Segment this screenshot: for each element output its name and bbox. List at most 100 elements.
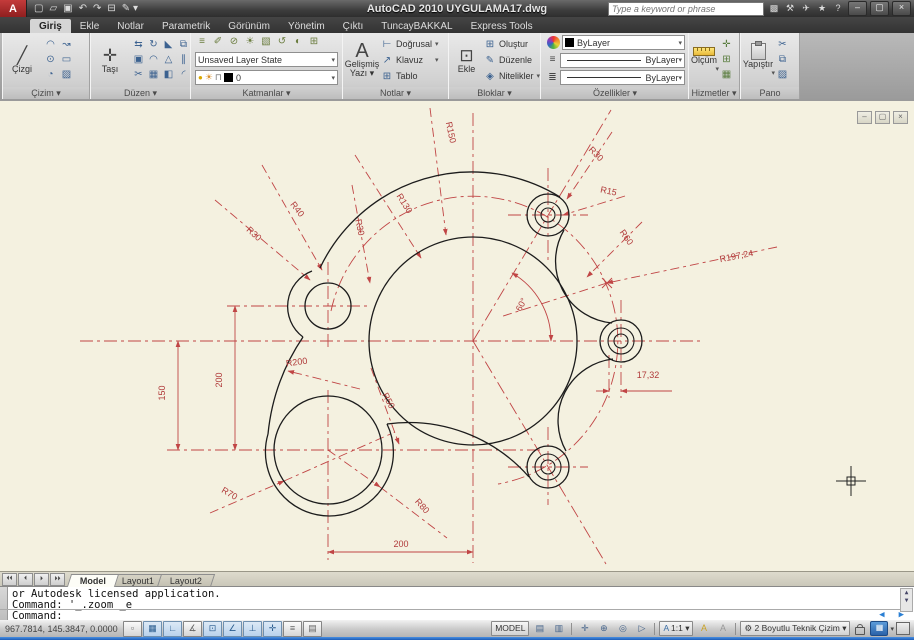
model-space-button[interactable]: MODEL <box>491 621 529 636</box>
wrench-icon[interactable]: ⚒ <box>783 3 797 14</box>
plot-icon[interactable]: ⊟ <box>106 1 116 16</box>
zoom-icon[interactable]: ⊕ <box>595 621 612 636</box>
tab-tuncaybakkal[interactable]: TuncayBAKKAL <box>372 19 461 33</box>
scroll-left-icon[interactable]: ◀ <box>879 611 884 620</box>
panel-label-properties[interactable]: Özellikler ▾ <box>541 87 689 99</box>
polar-toggle[interactable]: ∡ <box>183 621 202 637</box>
table-button[interactable]: ⊞ Tablo <box>381 69 439 83</box>
command-scrollbar[interactable]: ▲ ▼ <box>900 588 913 612</box>
exchange-icon[interactable]: ▩ <box>767 3 781 14</box>
tab-notlar[interactable]: Notlar <box>108 19 153 33</box>
layer-previous-icon[interactable]: ↺ <box>275 35 289 49</box>
layer-freeze-icon[interactable]: ◐ <box>291 35 305 49</box>
tab-express-tools[interactable]: Express Tools <box>462 19 542 33</box>
first-tab-button[interactable]: ⏴⏴ <box>2 573 17 586</box>
line-button[interactable]: ╱ Çizgi <box>3 47 41 74</box>
help-icon[interactable]: ? <box>831 3 845 14</box>
list-icon[interactable]: ▦ <box>719 68 734 82</box>
rotate-icon[interactable]: ↻ <box>146 38 161 52</box>
lineweight-icon[interactable]: ≡ <box>545 53 560 67</box>
pan-icon[interactable]: ✛ <box>576 621 593 636</box>
panel-label-modify[interactable]: Düzen ▾ <box>91 87 190 99</box>
layer-isolate-icon[interactable]: ▧ <box>259 35 273 49</box>
drawing-restore-button[interactable]: ▢ <box>875 111 890 124</box>
restore-button[interactable]: ▢ <box>870 1 889 16</box>
block-edit-button[interactable]: ✎ Düzenle <box>484 53 540 67</box>
layer-state-dropdown[interactable]: Unsaved Layer State▾ <box>195 52 338 67</box>
qp-toggle[interactable]: ▤ <box>303 621 322 637</box>
layer-dropdown[interactable]: ● ☀ ⊓ 0▾ <box>195 70 338 85</box>
stretch-icon[interactable]: ◧ <box>161 68 176 82</box>
scale-icon[interactable]: △ <box>161 53 176 67</box>
favorites-icon[interactable]: ★ <box>815 3 829 14</box>
scroll-down-icon[interactable]: ▼ <box>901 597 912 605</box>
panel-label-layers[interactable]: Katmanlar ▾ <box>191 87 342 99</box>
drawing-minimize-button[interactable]: – <box>857 111 872 124</box>
communication-center-icon[interactable]: ✈ <box>799 3 813 14</box>
quick-select-icon[interactable]: ✛ <box>719 38 734 52</box>
osnap-toggle[interactable]: ⊡ <box>203 621 222 637</box>
ducs-toggle[interactable]: ⊥ <box>243 621 262 637</box>
polyline-icon[interactable]: ↝ <box>59 38 74 52</box>
linetype-icon[interactable]: ≣ <box>545 71 560 85</box>
panel-label-blocks[interactable]: Bloklar ▾ <box>449 87 540 99</box>
ortho-toggle[interactable]: ∟ <box>163 621 182 637</box>
tab-giris[interactable]: Giriş <box>30 19 71 33</box>
next-tab-button[interactable]: ⏵ <box>34 573 49 586</box>
undo-icon[interactable]: ↶ <box>78 1 88 16</box>
command-gutter[interactable] <box>0 587 8 621</box>
search-input[interactable] <box>608 2 764 16</box>
drawing-canvas[interactable]: R150R130R30R15R60R197,24R30R40R30R200200… <box>0 101 914 571</box>
quick-view-layouts-icon[interactable]: ▤ <box>531 621 548 636</box>
array-icon[interactable]: ⧉ <box>176 38 191 52</box>
last-tab-button[interactable]: ⏵⏵ <box>50 573 65 586</box>
show-motion-icon[interactable]: ▷ <box>633 621 650 636</box>
erase-icon[interactable]: ✂ <box>131 68 146 82</box>
open-file-icon[interactable]: ▱ <box>48 1 58 16</box>
quick-view-drawings-icon[interactable]: ▥ <box>550 621 567 636</box>
status-menu-caret[interactable]: ▾ <box>890 625 894 633</box>
block-create-button[interactable]: ⊞ Oluştur <box>484 37 540 51</box>
copy-icon[interactable]: ▣ <box>131 53 146 67</box>
panel-label-clipboard[interactable]: Pano <box>741 87 799 99</box>
save-icon[interactable]: ▣ <box>62 1 73 16</box>
scroll-up-icon[interactable]: ▲ <box>901 589 912 597</box>
layer-match-icon[interactable]: ✐ <box>211 35 225 49</box>
cut-icon[interactable]: ✂ <box>775 38 790 52</box>
prev-tab-button[interactable]: ⏴ <box>18 573 33 586</box>
snap-toggle[interactable]: ▫ <box>123 621 142 637</box>
move-button[interactable]: ✛ Taşı <box>91 47 129 74</box>
mtext-button[interactable]: A Gelişmiş Yazı ▾ <box>343 42 381 78</box>
application-status-icon[interactable]: ▦ <box>870 621 888 636</box>
minimize-button[interactable]: – <box>848 1 867 16</box>
hatch-icon[interactable]: ▨ <box>59 68 74 82</box>
customize-icon[interactable]: ✎ ▾ <box>121 1 139 16</box>
panel-label-annotation[interactable]: Notlar ▾ <box>343 87 448 99</box>
chamfer-icon[interactable]: ◜ <box>176 68 191 82</box>
quick-calc-icon[interactable]: ⊞ <box>719 53 734 67</box>
clean-screen-button[interactable] <box>896 622 910 635</box>
application-menu-button[interactable]: A <box>0 0 27 17</box>
circle-icon[interactable]: ⊙ <box>43 53 58 67</box>
measure-button[interactable]: Ölçüm ▾ <box>689 47 719 73</box>
color-wheel-icon[interactable] <box>547 36 560 49</box>
annotation-visibility-icon[interactable]: A <box>695 621 712 636</box>
command-window[interactable]: or Autodesk licensed application. Comman… <box>0 586 914 621</box>
color-dropdown[interactable]: ByLayer▾ <box>562 35 685 50</box>
lwt-toggle[interactable]: ≡ <box>283 621 302 637</box>
fillet-icon[interactable]: ◠ <box>146 53 161 67</box>
leader-button[interactable]: ↗ Klavuz▾ <box>381 53 439 67</box>
autoscale-icon[interactable]: A <box>714 621 731 636</box>
tab-ekle[interactable]: Ekle <box>71 19 108 33</box>
tab-parametrik[interactable]: Parametrik <box>153 19 219 33</box>
workspace-switcher[interactable]: ⚙ 2 Boyutlu Teknik Çizim ▾ <box>740 621 850 636</box>
arc-icon[interactable]: ◠ <box>43 38 58 52</box>
insert-block-button[interactable]: ⊡ Ekle <box>449 47 484 74</box>
lineweight-dropdown[interactable]: ByLayer▾ <box>560 53 685 68</box>
rectangle-icon[interactable]: ▭ <box>59 53 74 67</box>
ellipse-icon[interactable]: ◔ <box>43 68 58 82</box>
panel-label-utilities[interactable]: Hizmetler ▾ <box>689 87 739 99</box>
paste-button[interactable]: Yapıştır ▾ <box>741 43 775 77</box>
mirror-icon[interactable]: ⇆ <box>131 38 146 52</box>
annotation-scale-button[interactable]: A 1:1 ▾ <box>659 621 693 636</box>
